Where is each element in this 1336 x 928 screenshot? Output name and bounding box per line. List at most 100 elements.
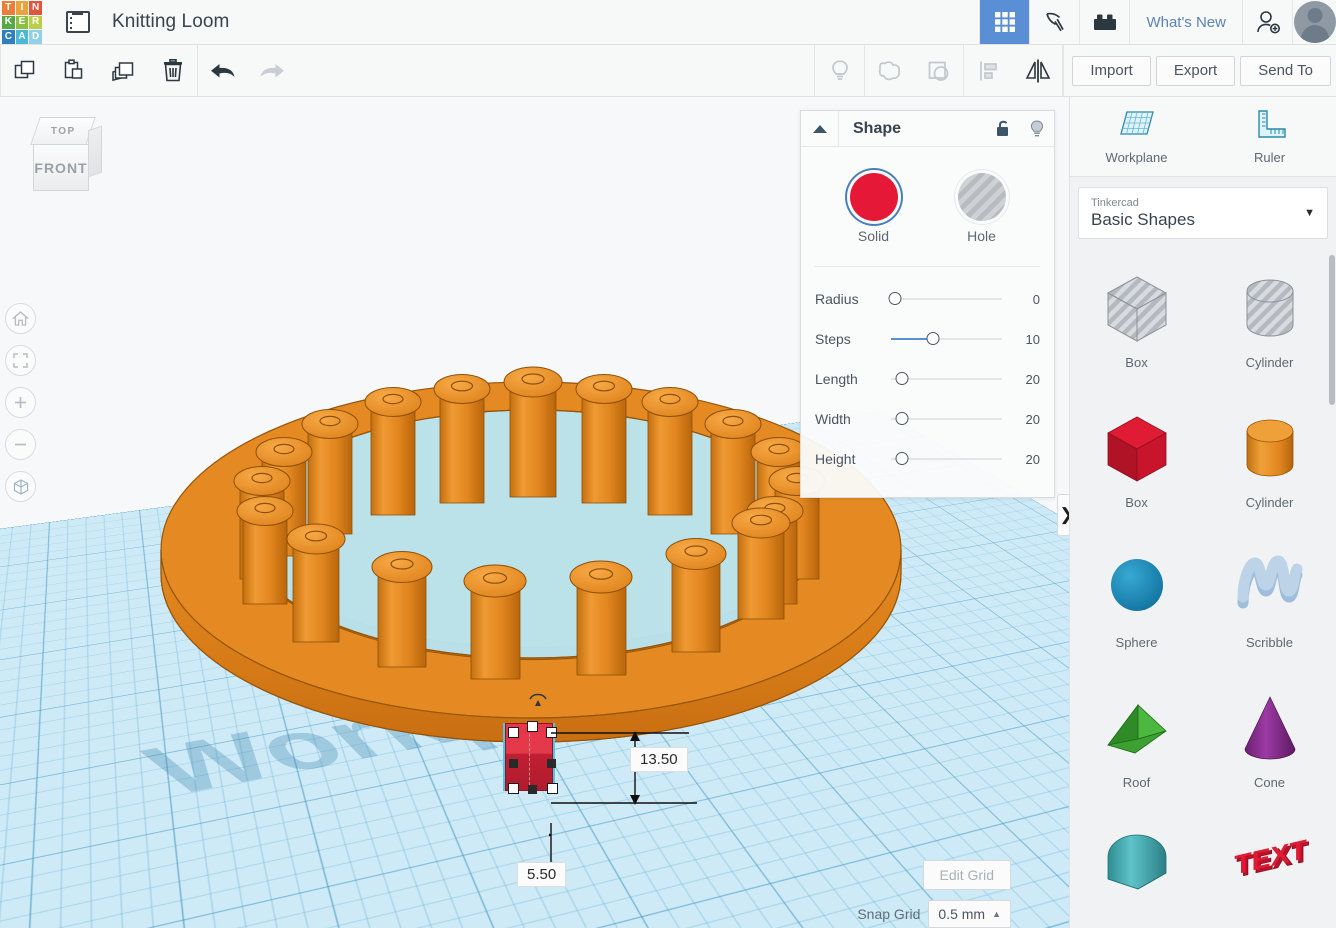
logo-tile-r: R [29,16,42,30]
height-slider-knob[interactable] [896,452,909,465]
snap-grid-select[interactable]: 0.5 mm ▲ [928,900,1011,928]
length-slider-knob[interactable] [896,372,909,385]
ungroup-button[interactable] [914,45,963,96]
radius-slider[interactable]: Radius 0 [801,279,1054,319]
send-to-button[interactable]: Send To [1240,56,1331,86]
avatar [1294,1,1336,43]
fit-view-button[interactable] [5,345,36,376]
ruler-tool[interactable]: Ruler [1203,97,1336,176]
logo-tile-k: K [2,16,15,30]
shape-mode-row: Solid Hole [801,163,1054,244]
add-user-button[interactable] [1242,0,1292,44]
shape-box-hole[interactable]: Box [1070,255,1203,395]
resize-handle-bottom-middle[interactable] [528,785,537,794]
view-cube-side-face[interactable] [88,126,102,178]
steps-slider-knob[interactable] [927,332,940,345]
shape-cone[interactable]: Cone [1203,675,1336,815]
delete-button[interactable] [148,45,197,96]
lock-toggle-button[interactable] [986,119,1020,139]
shape-label: Cylinder [1246,355,1294,370]
shape-label: Box [1125,495,1147,510]
undo-arrow-icon [208,60,238,82]
shape-panel-body: Solid Hole Radius 0 Steps 10 Length 20 W… [801,147,1054,479]
hide-button[interactable] [815,45,864,96]
paste-button[interactable] [50,45,99,96]
width-slider-track[interactable] [891,409,1010,429]
steps-slider[interactable]: Steps 10 [801,319,1054,359]
edit-grid-button[interactable]: Edit Grid [923,860,1011,890]
library-group-label: Tinkercad [1091,197,1315,209]
align-button[interactable] [964,45,1013,96]
shape-box-solid[interactable]: Box [1070,395,1203,535]
visibility-toggle-button[interactable] [1020,119,1054,139]
hole-mode[interactable]: Hole [958,173,1006,244]
hole-mode-label: Hole [958,228,1006,244]
length-slider-label: Length [815,371,891,387]
export-button[interactable]: Export [1156,56,1235,86]
solid-mode[interactable]: Solid [850,173,898,244]
shape-sphere[interactable]: Sphere [1070,535,1203,675]
steps-slider-value: 10 [1010,332,1040,347]
logo-tile-c: C [2,30,15,44]
width-slider[interactable]: Width 20 [801,399,1054,439]
snap-grid-value: 0.5 mm [938,906,985,922]
shape-panel-collapse-button[interactable] [801,111,839,147]
shape-cylinder-hole[interactable]: Cylinder [1203,255,1336,395]
document-menu-button[interactable] [55,0,100,44]
solid-color-swatch [850,173,898,221]
shape-roof[interactable]: Roof [1070,675,1203,815]
minecraft-button[interactable] [1029,0,1079,44]
dome-thumbnail [1098,827,1176,909]
shape-dome[interactable] [1070,815,1203,928]
shape-library-dropdown[interactable]: Tinkercad Basic Shapes ▼ [1078,187,1328,239]
shape-text[interactable]: TEXT TEXT [1203,815,1336,928]
shape-scribble[interactable]: Scribble [1203,535,1336,675]
perspective-toggle-button[interactable] [5,471,36,502]
shape-label: Scribble [1246,635,1293,650]
view-cube[interactable]: TOP FRONT [25,117,103,195]
radius-slider-track[interactable] [891,289,1010,309]
height-slider-track[interactable] [891,449,1010,469]
whats-new-link[interactable]: What's New [1129,0,1242,44]
height-slider[interactable]: Height 20 [801,439,1054,479]
library-name-label: Basic Shapes [1091,210,1315,230]
shape-cylinder-solid[interactable]: Cylinder [1203,395,1336,535]
duplicate-button[interactable] [99,45,148,96]
avatar-button[interactable] [1292,0,1336,44]
steps-slider-track[interactable] [891,329,1010,349]
resize-handle-top-middle[interactable] [527,721,538,732]
copy-button[interactable] [1,45,50,96]
resize-handle-mid-left[interactable] [509,759,518,768]
zoom-in-button[interactable] [5,387,36,418]
mirror-button[interactable] [1013,45,1062,96]
view-cube-front-face[interactable]: FRONT [33,144,89,191]
dimension-label-horizontal[interactable]: 5.50 [517,862,566,887]
view-cube-top-face[interactable]: TOP [30,117,96,145]
home-view-button[interactable] [5,303,36,334]
tinkercad-logo[interactable]: TINKERCAD [0,0,43,45]
rotate-handle-icon[interactable] [527,685,549,707]
mirror-flip-icon [1023,57,1053,85]
length-slider-track[interactable] [891,369,1010,389]
resize-handle-top-left[interactable] [508,727,519,738]
resize-handle-bottom-left[interactable] [508,783,519,794]
shape-label: Cone [1254,775,1285,790]
cone-thumbnail [1231,687,1309,769]
sphere-thumbnail [1098,547,1176,629]
cylinder-hole-thumbnail [1231,267,1309,349]
group-button[interactable] [865,45,914,96]
solid-mode-label: Solid [850,228,898,244]
length-slider[interactable]: Length 20 [801,359,1054,399]
undo-button[interactable] [198,45,247,96]
radius-slider-knob[interactable] [889,292,902,305]
grid-view-button[interactable] [979,0,1029,44]
workplane-tool[interactable]: Workplane [1070,97,1203,176]
shapes-panel-scrollbar[interactable] [1329,255,1335,405]
width-slider-knob[interactable] [896,412,909,425]
dimension-label-vertical[interactable]: 13.50 [630,747,688,772]
import-button[interactable]: Import [1072,56,1151,86]
document-list-icon [66,11,90,33]
blocks-button[interactable] [1079,0,1129,44]
zoom-out-button[interactable] [5,429,36,460]
redo-button[interactable] [247,45,296,96]
